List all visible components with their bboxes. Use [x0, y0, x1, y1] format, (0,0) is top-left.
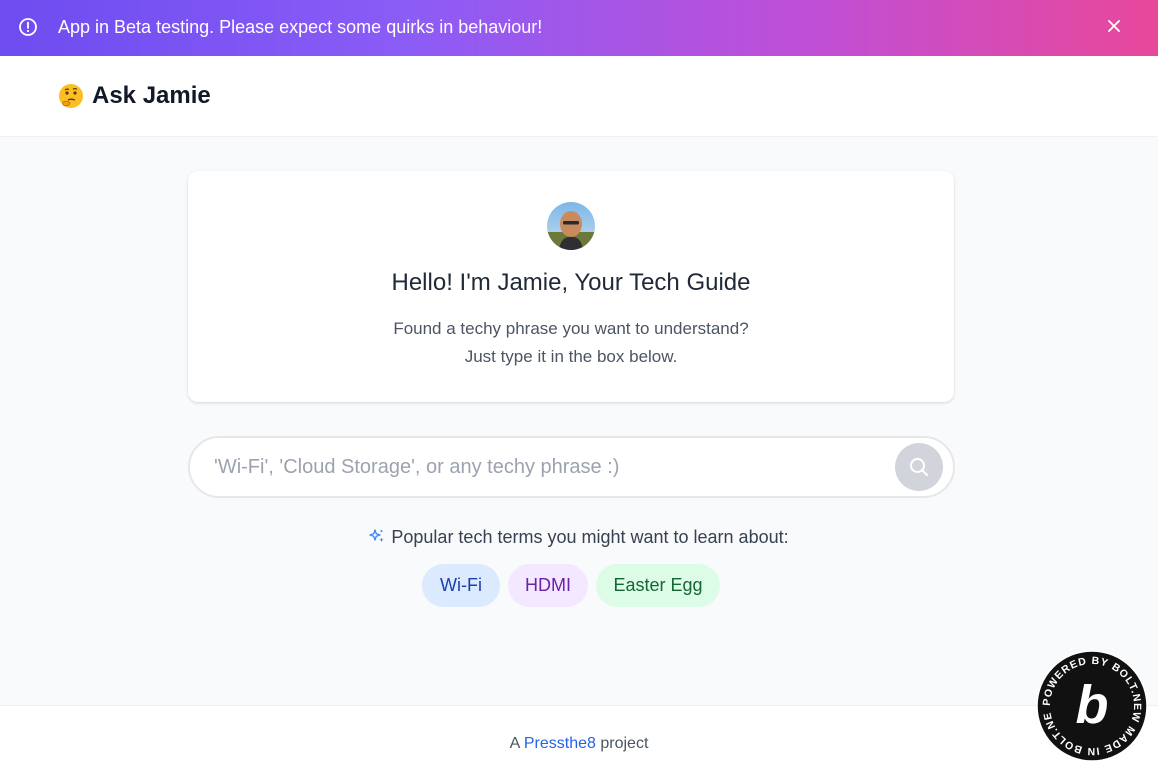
search-bar	[188, 436, 955, 498]
close-icon	[1108, 20, 1120, 32]
intro-line-2: Just type it in the box below.	[464, 347, 678, 366]
search-icon	[910, 458, 928, 476]
thinking-face-icon	[59, 84, 83, 108]
app-title: Ask Jamie	[92, 82, 211, 109]
footer: A Pressthe8 project	[0, 705, 1158, 772]
term-chip-wifi[interactable]: Wi-Fi	[422, 564, 500, 607]
beta-banner: App in Beta testing. Please expect some …	[0, 0, 1158, 56]
app-header: Ask Jamie	[0, 56, 1158, 137]
banner-close-button[interactable]	[1102, 14, 1126, 38]
greeting-heading: Hello! I'm Jamie, Your Tech Guide	[391, 269, 751, 296]
intro-card: Hello! I'm Jamie, Your Tech Guide Found …	[188, 171, 954, 402]
banner-text: App in Beta testing. Please expect some …	[58, 17, 543, 37]
intro-line-1: Found a techy phrase you want to underst…	[393, 319, 749, 338]
bolt-logo-icon: POWERED BY BOLT.NEW MADE IN BOLT.NEW b	[1031, 641, 1148, 762]
sparkle-icon	[369, 529, 385, 543]
alert-circle-icon	[19, 18, 37, 36]
badge-letter: b	[1076, 675, 1109, 735]
search-button[interactable]	[895, 443, 943, 491]
footer-prefix: A	[509, 735, 520, 752]
pressthe8-link[interactable]: Pressthe8	[524, 735, 596, 752]
bolt-badge[interactable]: POWERED BY BOLT.NEW MADE IN BOLT.NEW b	[1031, 641, 1148, 762]
term-chip-easter-egg[interactable]: Easter Egg	[596, 564, 720, 607]
popular-terms-text: Popular tech terms you might want to lea…	[391, 527, 789, 547]
term-chip-hdmi[interactable]: HDMI	[508, 564, 588, 607]
footer-suffix: project	[600, 735, 649, 752]
jamie-avatar	[547, 202, 595, 250]
popular-terms-label: Popular tech terms you might want to lea…	[0, 526, 1158, 548]
search-input[interactable]	[214, 452, 874, 482]
